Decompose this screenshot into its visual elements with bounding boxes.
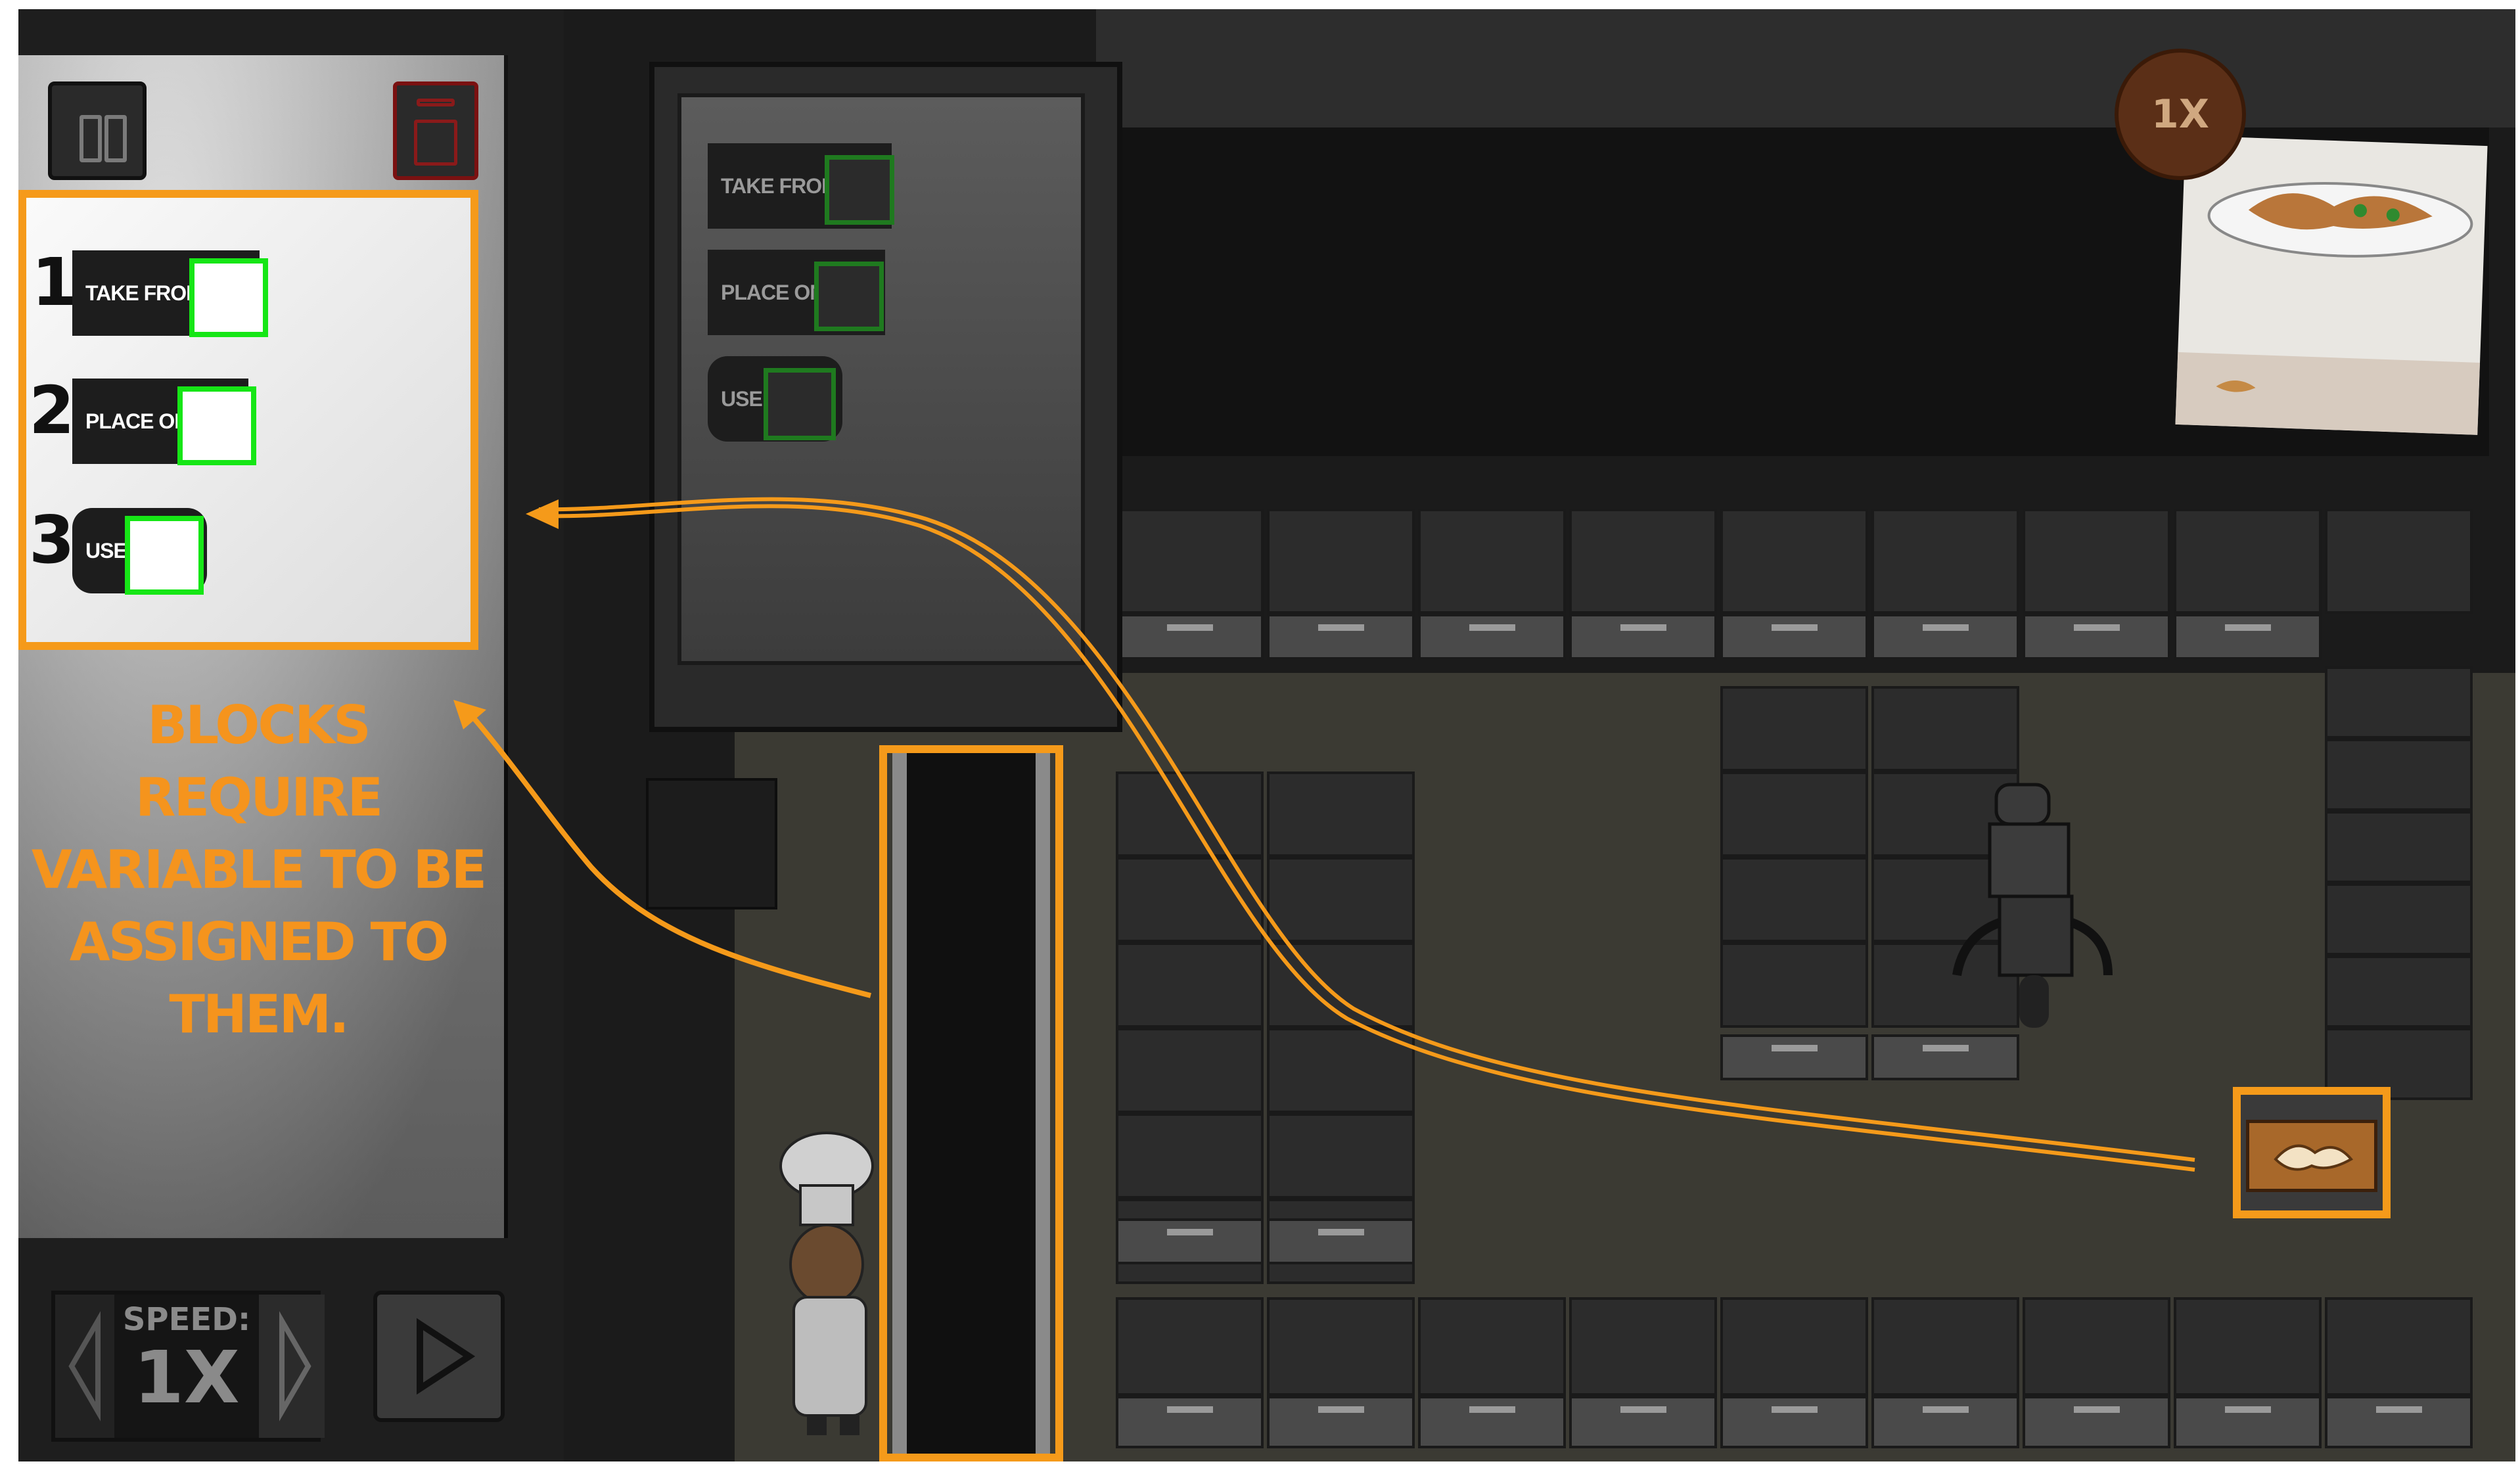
arrowhead-icon bbox=[526, 499, 559, 529]
annotation-arrows bbox=[453, 497, 2195, 1172]
arrow-path bbox=[464, 708, 871, 998]
arrow-path bbox=[538, 497, 2195, 1162]
arrow-path bbox=[538, 504, 2195, 1172]
game-screen: TAKE FROM PLACE ON USE 1 TAKE FROM 2 PLA… bbox=[0, 0, 2520, 1472]
